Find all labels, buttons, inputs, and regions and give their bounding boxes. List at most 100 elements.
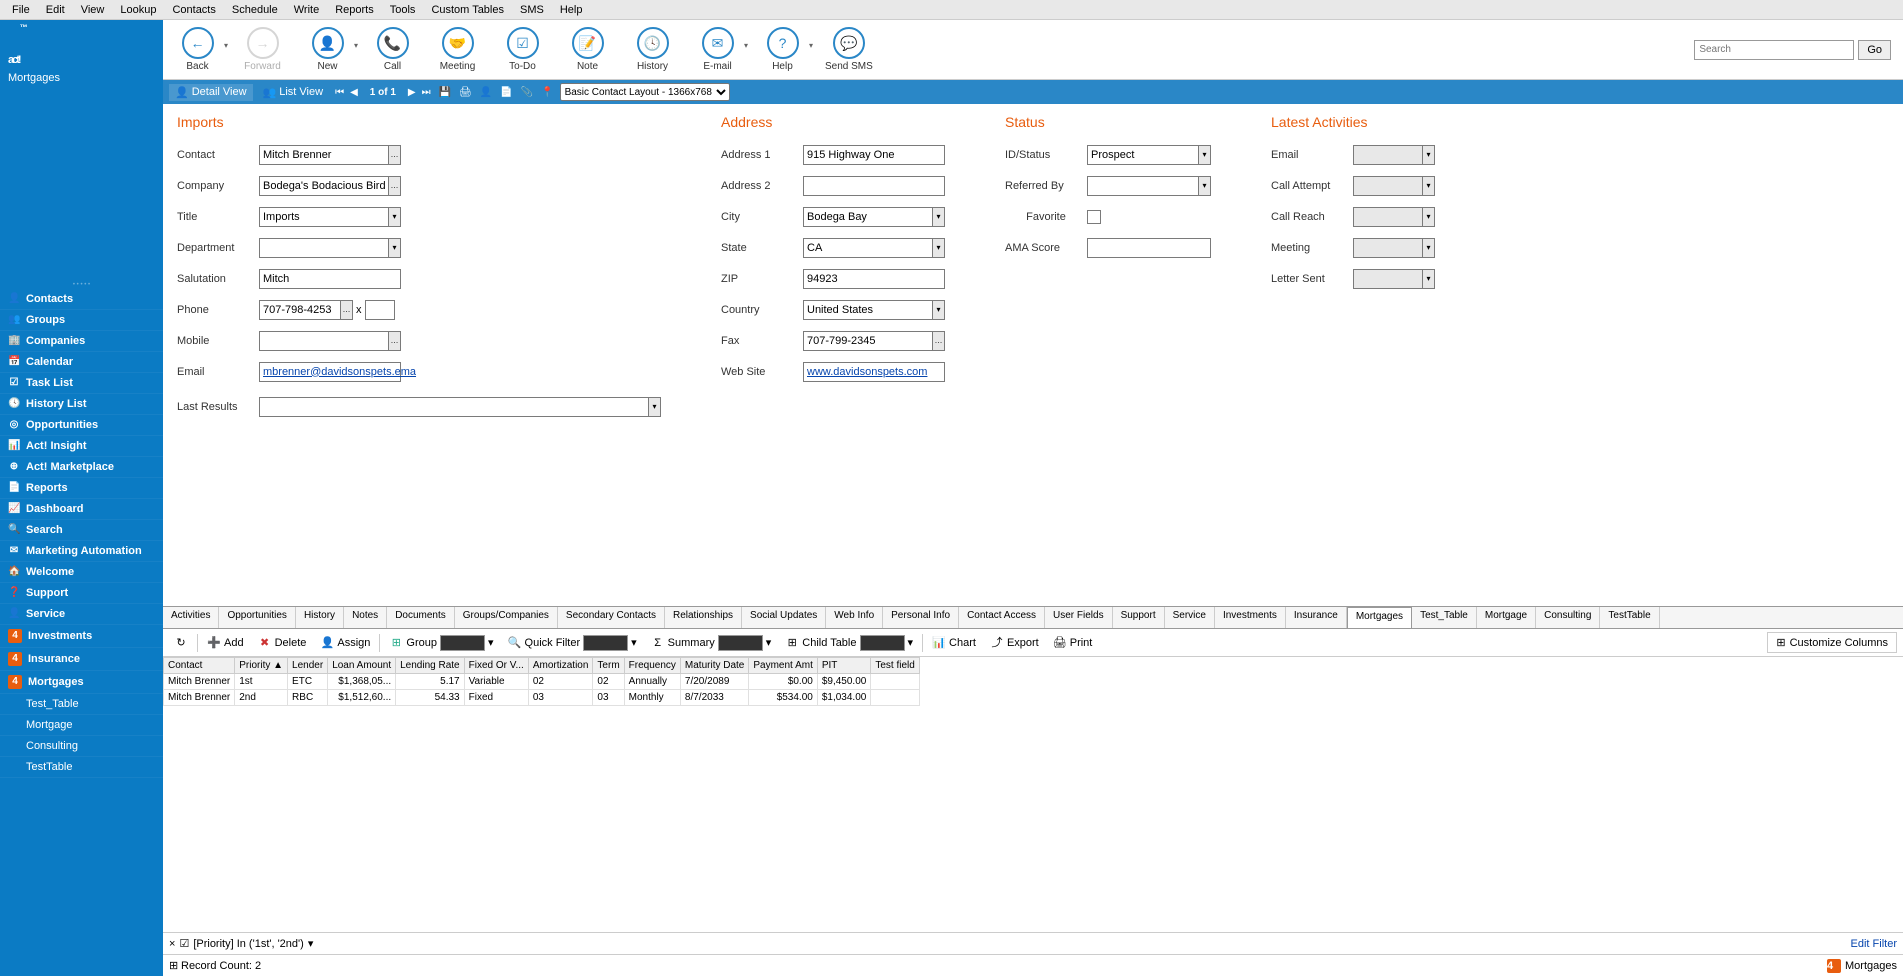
menu-reports[interactable]: Reports [327,2,382,17]
sidebar-item-groups[interactable]: 👥Groups [0,310,163,331]
clear-filter-button[interactable]: × [169,938,175,950]
child-table-input[interactable] [860,635,905,651]
addr1-input[interactable] [803,145,945,165]
sidebar-item-consulting[interactable]: Consulting [0,736,163,757]
child-table-button[interactable]: ⊞Child Table▾ [780,633,918,653]
sidebar-item-mortgage[interactable]: Mortgage [0,715,163,736]
first-record-button[interactable]: ⏮ [333,87,346,98]
tab-documents[interactable]: Documents [387,607,455,628]
tab-history[interactable]: History [296,607,344,628]
attach-icon[interactable]: 📎 [519,87,535,98]
map-pin-icon[interactable]: 📍 [539,87,555,98]
city-input[interactable] [803,207,933,227]
mobile-input[interactable] [259,331,389,351]
state-dropdown-button[interactable]: ▾ [933,238,945,258]
sidebar-item-test-table[interactable]: Test_Table [0,694,163,715]
sidebar-item-act-insight[interactable]: 📊Act! Insight [0,436,163,457]
act-call-attempt-dropdown[interactable]: ▾ [1423,176,1435,196]
layout-select[interactable]: Basic Contact Layout - 1366x768 [560,83,730,101]
title-input[interactable] [259,207,389,227]
sidebar-item-insurance[interactable]: 4Insurance [0,648,163,671]
idstatus-input[interactable] [1087,145,1199,165]
column-header[interactable]: Fixed Or V... [464,658,528,674]
history-button[interactable]: 🕓History [630,27,675,72]
tab-activities[interactable]: Activities [163,607,219,628]
print-button[interactable]: 🖨Print [1048,634,1098,652]
to-do-button[interactable]: ☑To-Do [500,27,545,72]
send-sms-button[interactable]: 💬Send SMS [825,27,873,72]
back-button[interactable]: ←Back▾ [175,27,220,72]
act-email-select[interactable] [1353,145,1423,165]
summary-input[interactable] [718,635,763,651]
prev-record-button[interactable]: ◀ [348,87,360,98]
act-meeting-dropdown[interactable]: ▾ [1423,238,1435,258]
sidebar-item-dashboard[interactable]: 📈Dashboard [0,499,163,520]
menu-contacts[interactable]: Contacts [164,2,223,17]
print-icon[interactable]: 🖨 [457,87,474,98]
next-record-button[interactable]: ▶ [406,87,418,98]
column-header[interactable]: Contact [164,658,235,674]
menu-view[interactable]: View [73,2,113,17]
detail-view-button[interactable]: 👤Detail View [169,84,253,101]
favorite-checkbox[interactable] [1087,210,1101,224]
column-header[interactable]: Loan Amount [328,658,396,674]
fax-lookup-button[interactable]: … [933,331,945,351]
sidebar-item-marketing-automation[interactable]: ✉Marketing Automation [0,541,163,562]
search-input[interactable] [1694,40,1854,60]
save-icon[interactable]: 💾 [437,87,453,98]
tab-contact-access[interactable]: Contact Access [959,607,1045,628]
group-input[interactable] [440,635,485,651]
list-view-button[interactable]: 👥List View [257,84,330,101]
refresh-button[interactable]: ↻ [169,634,193,652]
act-email-dropdown[interactable]: ▾ [1423,145,1435,165]
help-button[interactable]: ?Help▾ [760,27,805,72]
menu-tools[interactable]: Tools [382,2,424,17]
mobile-lookup-button[interactable]: … [389,331,401,351]
sidebar-item-history-list[interactable]: 🕓History List [0,394,163,415]
group-button[interactable]: ⊞Group▾ [384,633,498,653]
sidebar-item-opportunities[interactable]: ◎Opportunities [0,415,163,436]
sidebar-item-contacts[interactable]: 👤Contacts [0,289,163,310]
sidebar-item-act-marketplace[interactable]: ⊕Act! Marketplace [0,457,163,478]
edit-filter-link[interactable]: Edit Filter [1851,938,1897,950]
tab-mortgage[interactable]: Mortgage [1477,607,1536,628]
state-input[interactable] [803,238,933,258]
column-header[interactable]: Maturity Date [680,658,748,674]
call-button[interactable]: 📞Call [370,27,415,72]
chart-button[interactable]: 📊Chart [927,634,981,652]
customize-columns-button[interactable]: ⊞Customize Columns [1767,632,1897,653]
tab-opportunities[interactable]: Opportunities [219,607,295,628]
email-input[interactable]: mbrenner@davidsonspets.ema [259,362,401,382]
menu-lookup[interactable]: Lookup [112,2,164,17]
sidebar-item-testtable[interactable]: TestTable [0,757,163,778]
column-header[interactable]: Test field [871,658,919,674]
act-call-attempt-select[interactable] [1353,176,1423,196]
quick-filter-input[interactable] [583,635,628,651]
tab-test-table[interactable]: Test_Table [1412,607,1477,628]
company-input[interactable] [259,176,389,196]
tab-testtable[interactable]: TestTable [1600,607,1659,628]
column-header[interactable]: Payment Amt [749,658,817,674]
sidebar-item-reports[interactable]: 📄Reports [0,478,163,499]
menu-sms[interactable]: SMS [512,2,552,17]
act-letter-dropdown[interactable]: ▾ [1423,269,1435,289]
sidebar-item-service[interactable]: 👤Service [0,604,163,625]
menu-schedule[interactable]: Schedule [224,2,286,17]
tab-support[interactable]: Support [1113,607,1165,628]
act-letter-select[interactable] [1353,269,1423,289]
department-input[interactable] [259,238,389,258]
sidebar-item-support[interactable]: ❓Support [0,583,163,604]
act-call-reach-select[interactable] [1353,207,1423,227]
country-input[interactable] [803,300,933,320]
add-button[interactable]: ➕Add [202,634,249,652]
ama-input[interactable] [1087,238,1211,258]
fax-input[interactable] [803,331,933,351]
column-header[interactable]: Priority ▲ [235,658,288,674]
new-doc-icon[interactable]: 📄 [498,87,514,98]
tab-service[interactable]: Service [1165,607,1215,628]
column-header[interactable]: Amortization [528,658,593,674]
salutation-input[interactable] [259,269,401,289]
phone-lookup-button[interactable]: … [341,300,353,320]
sidebar-item-companies[interactable]: 🏢Companies [0,331,163,352]
sidebar-item-task-list[interactable]: ☑Task List [0,373,163,394]
